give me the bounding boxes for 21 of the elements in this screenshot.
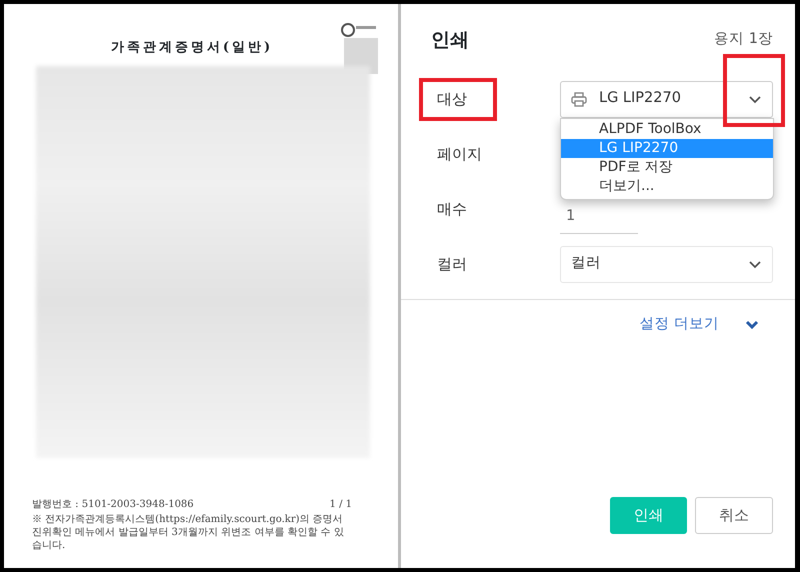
menu-option[interactable]: ALPDF ToolBox [561,120,773,138]
field-label: 대상 [436,88,468,110]
menu-option[interactable]: 더보기... [561,176,773,196]
notice-text: ※ 전자가족관계등록시스템(https://efamily.scourt.go.kr)의 증명서 진위확인 메뉴에서 발급일부터 3개월까지 위변조 여부를 확인할 수 있습니다. [32,513,345,552]
field-label: 컬러 [436,254,468,275]
printer-icon [571,92,587,106]
dialog-title: 인쇄 [431,28,469,53]
copies-input[interactable]: 1 [560,202,638,234]
document-title: 가족관계증명서(일반) [110,39,274,57]
field-label: 매수 [436,198,468,220]
dropdown-select[interactable]: LG LIP2270 [560,80,773,118]
dropdown-select[interactable]: 컬러 [560,246,773,282]
more-settings-link[interactable]: 설정 더보기 [639,314,719,336]
page-number: 1 / 1 [330,498,352,511]
chevron-down-icon [748,94,762,104]
field-label: 페이지 [436,144,483,165]
chevron-down-icon [748,260,762,268]
issue-number: 발행번호 : 5101-2003-3948-1086 [32,498,194,511]
cancel-button[interactable]: 취소 [695,497,773,534]
menu-option[interactable]: PDF로 저장 [561,158,773,176]
sheet-count: 용지 1장 [714,30,773,50]
